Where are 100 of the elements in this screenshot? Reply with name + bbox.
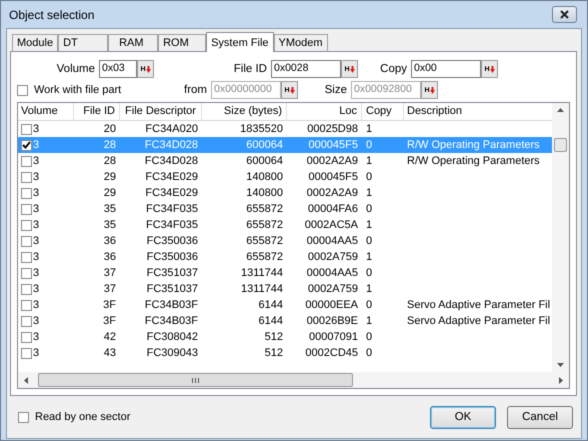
checkbox[interactable]	[21, 124, 32, 134]
column-header[interactable]: Loc	[287, 103, 362, 120]
checkbox[interactable]	[21, 236, 32, 246]
table-cell: 00000EEA	[305, 299, 358, 311]
down-arrow-icon	[290, 86, 295, 94]
table-row[interactable]: 3 29 FC34E029 140800 000045F5 0	[18, 169, 552, 185]
down-arrow-icon	[350, 66, 355, 72]
table-row[interactable]: 3 29 FC34E029 140800 0002A2A9 1	[18, 185, 552, 201]
field-label: Copy	[379, 63, 408, 75]
table-cell: 600064	[246, 155, 283, 167]
table-cell: FC34D028	[144, 139, 198, 151]
table-cell: 20	[104, 123, 116, 135]
checkbox[interactable]	[21, 172, 32, 182]
table-cell: 1	[366, 283, 372, 295]
table-row[interactable]: 3 20 FC34A020 1835520 00025D98 1	[18, 121, 552, 137]
checkbox[interactable]	[21, 252, 32, 262]
horizontal-scrollbar[interactable]	[18, 372, 569, 388]
checkbox[interactable]	[21, 156, 32, 166]
table-row[interactable]: 3 36 FC350036 655872 0002A759 1	[18, 249, 552, 265]
table-cell: 3	[33, 347, 40, 359]
table-cell: 0002A759	[308, 283, 358, 295]
table-cell: 655872	[246, 235, 283, 247]
table-cell: 0	[366, 347, 372, 359]
column-header[interactable]: File ID	[74, 103, 120, 120]
field-label: File ID	[232, 63, 268, 75]
table-cell: 0	[366, 203, 372, 215]
ok-button[interactable]: OK	[430, 406, 496, 428]
scrollbar-thumb[interactable]	[38, 373, 353, 387]
checkbox[interactable]	[21, 268, 32, 278]
vertical-scrollbar[interactable]	[552, 103, 569, 372]
table-row[interactable]: 3 36 FC350036 655872 00004AA5 0	[18, 233, 552, 249]
table-cell: FC34E029	[145, 171, 198, 183]
checkbox[interactable]	[17, 84, 28, 96]
table-cell: 6144	[258, 315, 283, 327]
table-cell: 00004AA5	[306, 267, 358, 279]
table-cell: FC34B03F	[144, 315, 198, 327]
input-field[interactable]: 0x03	[99, 60, 137, 78]
table-cell: FC34A020	[145, 123, 198, 135]
scroll-up-icon[interactable]	[557, 108, 564, 112]
grip-icon	[192, 378, 199, 382]
table-cell: 1	[366, 123, 372, 135]
input-field[interactable]: 0x00	[411, 60, 481, 78]
checkbox-label: Work with file part	[34, 84, 122, 96]
table-cell: 3	[33, 155, 40, 167]
tab[interactable]: YModem	[274, 34, 328, 51]
table-cell: 36	[104, 251, 116, 263]
input-field[interactable]: 0x0028	[271, 60, 341, 78]
table-cell: 0	[366, 235, 372, 247]
column-header[interactable]: Size (bytes)	[202, 103, 287, 120]
table-cell: R/W Operating Parameters	[407, 139, 540, 151]
close-button[interactable]	[552, 6, 577, 23]
table-cell: 00004FA6	[308, 203, 358, 215]
table-cell: 0	[366, 171, 372, 183]
table-row[interactable]: 3 37 FC351037 1311744 00004AA5 0	[18, 265, 552, 281]
table-row[interactable]: 3 42 FC308042 512 00007091 0	[18, 329, 552, 345]
table-cell: FC351037	[146, 283, 198, 295]
table-cell: 3F	[103, 315, 116, 327]
scroll-right-icon[interactable]	[559, 376, 563, 384]
checkbox[interactable]	[21, 316, 32, 326]
tab[interactable]: System File	[206, 32, 274, 52]
table-row[interactable]: 3 3F FC34B03F 6144 00000EEA 0 Servo Adaptive Parameter Fil	[18, 297, 552, 313]
table-cell: 655872	[246, 219, 283, 231]
tab[interactable]: RAM	[108, 34, 158, 51]
table-cell: 29	[104, 171, 116, 183]
table-cell: FC34B03F	[144, 299, 198, 311]
scroll-left-icon[interactable]	[24, 376, 28, 384]
tab[interactable]: ROM	[158, 34, 206, 51]
table-row[interactable]: 3 37 FC351037 1311744 0002A759 1	[18, 281, 552, 297]
checkbox[interactable]	[21, 188, 32, 198]
checkbox[interactable]	[21, 140, 32, 150]
checkbox[interactable]	[21, 204, 32, 214]
cancel-button[interactable]: Cancel	[507, 406, 573, 428]
down-arrow-icon	[490, 66, 495, 72]
table-row[interactable]: 3 43 FC309043 512 0002CD45 0	[18, 345, 552, 361]
column-header[interactable]: File Descriptor	[120, 103, 202, 120]
table-cell: FC34E029	[145, 187, 198, 199]
table-cell: 1	[366, 219, 372, 231]
table-row[interactable]: 3 35 FC34F035 655872 0002AC5A 1	[18, 217, 552, 233]
table-cell: 28	[104, 155, 116, 167]
column-header[interactable]: Volume	[18, 103, 74, 120]
table-cell: 3	[33, 171, 40, 183]
tab[interactable]: Module	[12, 34, 58, 51]
table-row[interactable]: 3 3F FC34B03F 6144 00026B9E 1 Servo Adaptive Parameter Fil	[18, 313, 552, 329]
column-header[interactable]: Copy	[362, 103, 404, 120]
table-row[interactable]: 3 28 FC34D028 600064 0002A2A9 1 R/W Operating Parameters	[18, 153, 552, 169]
down-arrow-icon	[146, 66, 151, 72]
scrollbar-thumb[interactable]	[554, 138, 567, 152]
table-cell: 28	[104, 139, 116, 151]
table-cell: 3	[33, 123, 40, 135]
checkbox[interactable]	[18, 412, 29, 422]
tab[interactable]: DT	[58, 34, 108, 51]
scroll-down-icon[interactable]	[557, 363, 564, 367]
table-cell: FC34F035	[146, 203, 198, 215]
checkbox[interactable]	[21, 332, 32, 342]
table-row[interactable]: 3 35 FC34F035 655872 00004FA6 0	[18, 201, 552, 217]
checkbox[interactable]	[21, 220, 32, 230]
table-cell: 35	[104, 203, 116, 215]
checkbox[interactable]	[21, 284, 32, 294]
checkbox[interactable]	[21, 300, 32, 310]
checkbox[interactable]	[21, 348, 32, 358]
